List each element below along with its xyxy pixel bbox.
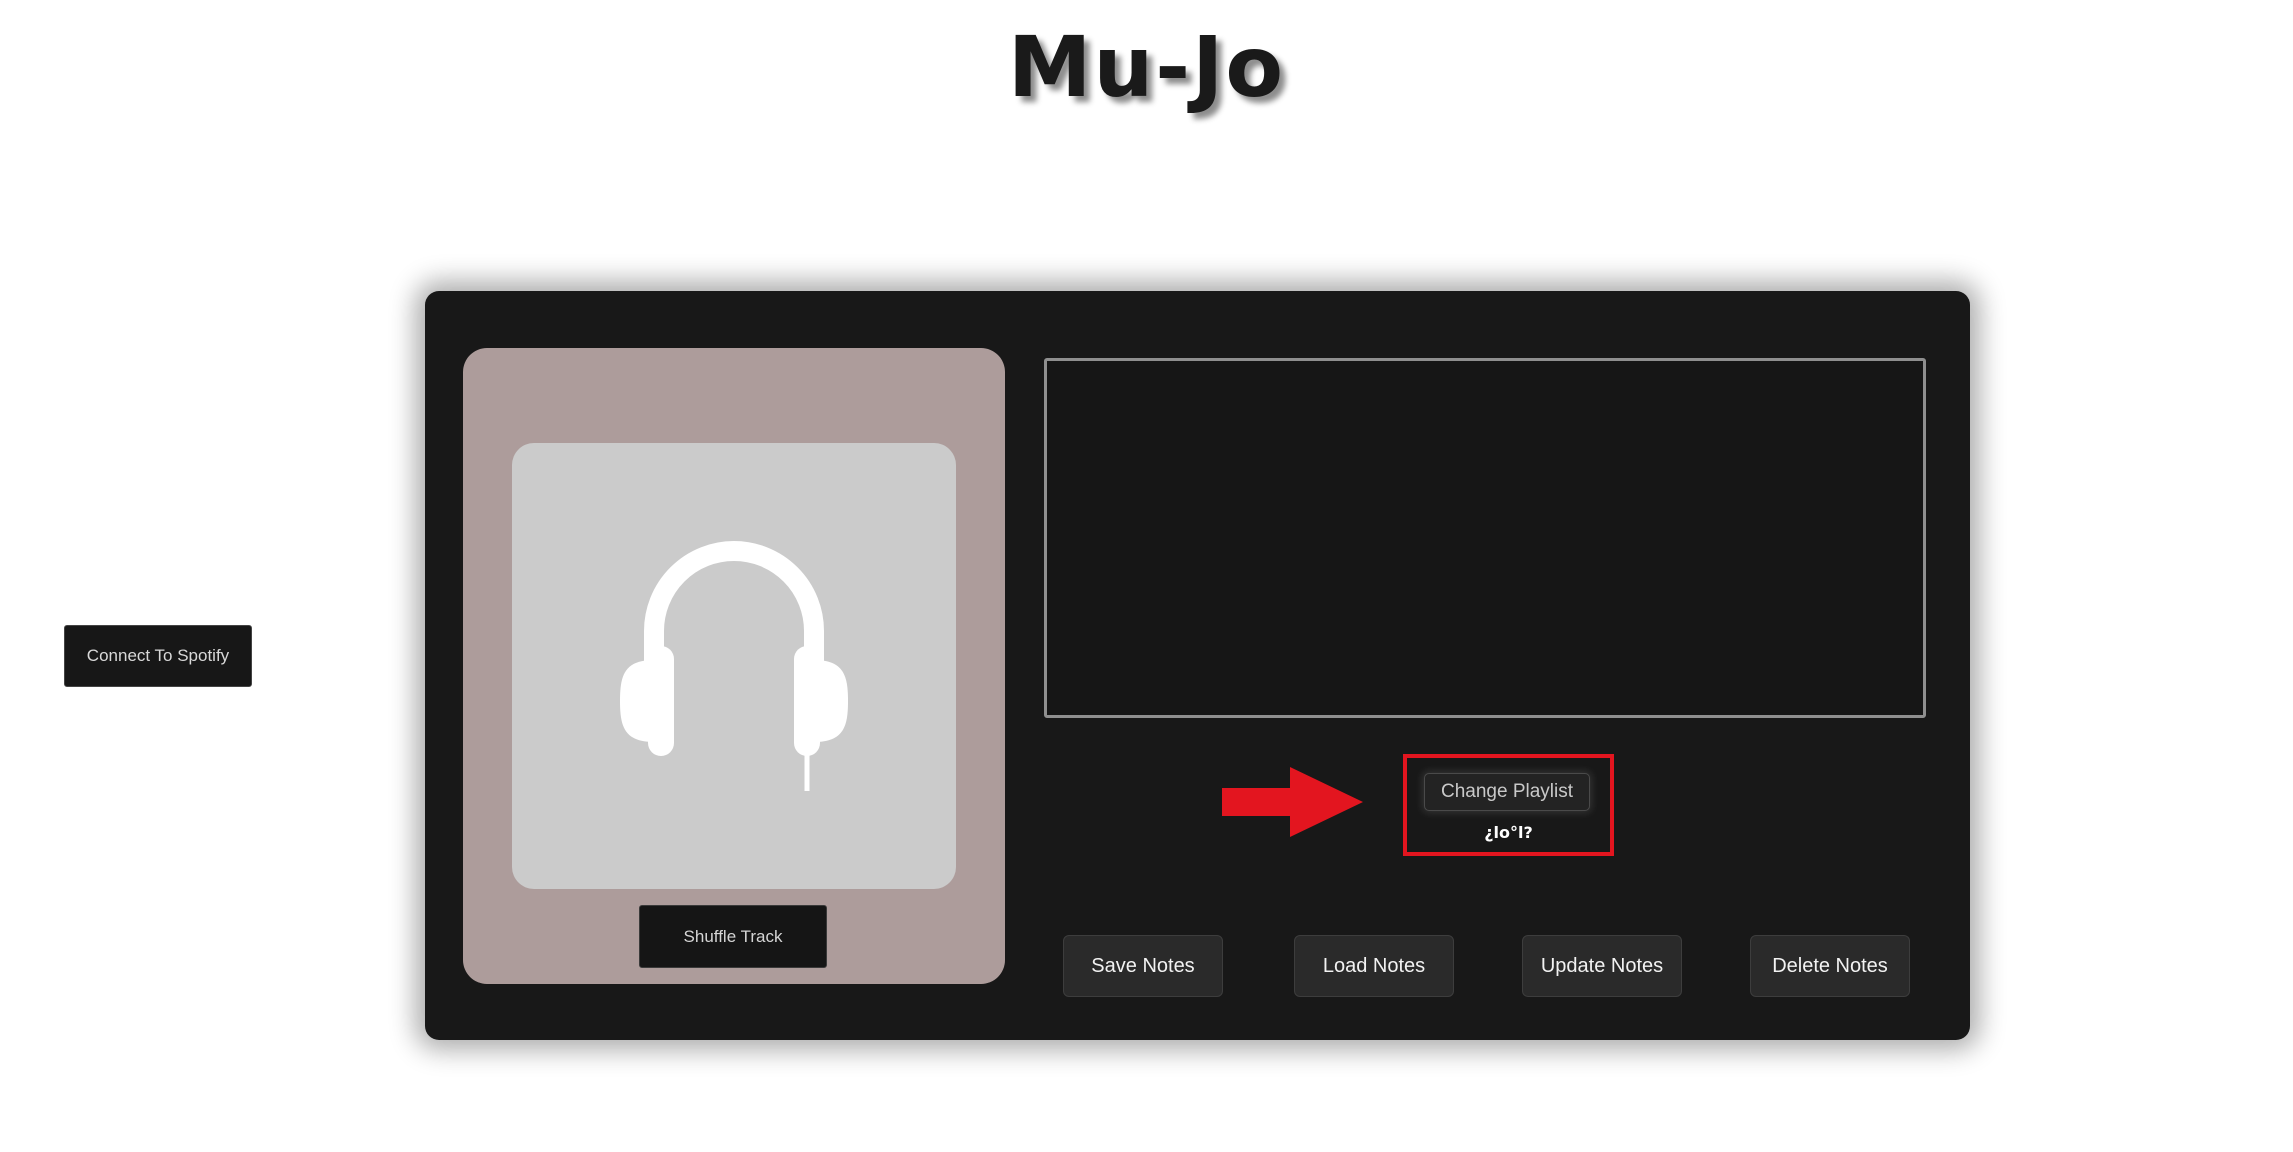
album-artwork — [512, 443, 956, 889]
arrow-right-icon — [1222, 767, 1363, 837]
shuffle-track-button[interactable]: Shuffle Track — [639, 905, 827, 968]
save-notes-button[interactable]: Save Notes — [1063, 935, 1223, 997]
load-notes-button[interactable]: Load Notes — [1294, 935, 1454, 997]
current-playlist-name: ¿lo°l? — [1484, 823, 1533, 842]
player-card: Shuffle Track — [463, 348, 1005, 984]
connect-spotify-button[interactable]: Connect To Spotify — [64, 625, 252, 687]
app-title: Mu-Jo — [1007, 18, 1286, 116]
update-notes-button[interactable]: Update Notes — [1522, 935, 1682, 997]
headphones-icon — [620, 541, 848, 791]
change-playlist-button[interactable]: Change Playlist — [1424, 773, 1590, 811]
delete-notes-button[interactable]: Delete Notes — [1750, 935, 1910, 997]
main-panel: Shuffle Track Change Playlist ¿lo°l? Sav… — [425, 291, 1970, 1040]
notes-textarea[interactable] — [1044, 358, 1926, 718]
page: Mu-Jo Connect To Spotify Shuffle Track C… — [0, 0, 2293, 1152]
